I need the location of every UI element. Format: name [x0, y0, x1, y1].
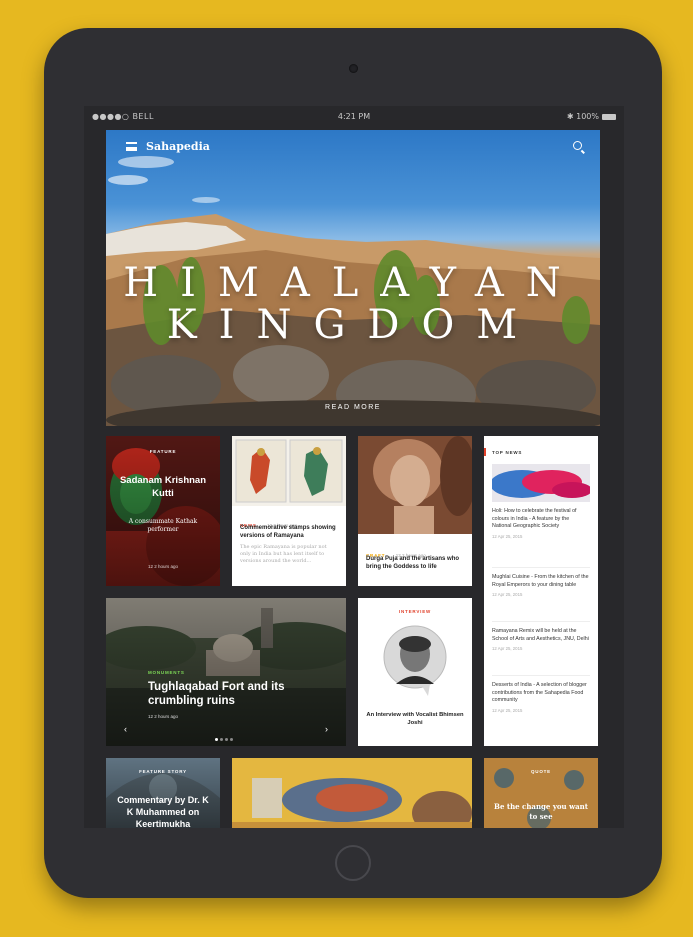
top-news-item-meta: 12 Apr 25, 2015: [492, 592, 523, 597]
interview-card[interactable]: INTERVIEW An Interview with Vocalist Bhi…: [358, 598, 472, 746]
ipad-screen: ●●●●○ BELL 4:21 PM ✱ 100% Sahapedia HIMA…: [84, 106, 624, 828]
quote-tag: QUOTE: [530, 769, 551, 774]
top-news-heading: TOP NEWS: [492, 450, 523, 455]
monument-overlay: [106, 598, 346, 746]
search-icon[interactable]: [573, 141, 582, 150]
top-news-item-title: Desserts of India - A selection of blogg…: [492, 682, 587, 703]
top-news-item[interactable]: Holi: How to celebrate the festival of c…: [492, 508, 590, 568]
hero-banner[interactable]: Sahapedia HIMALAYAN KINGDOM READ MORE: [106, 130, 600, 426]
carousel-next-icon[interactable]: ›: [325, 724, 328, 734]
feature-tag: FEATURE: [149, 449, 177, 454]
top-news-item-meta: 12 Apr 25, 2015: [492, 646, 523, 651]
read-more-link[interactable]: READ MORE: [106, 404, 600, 411]
stamps-news-card[interactable]: NEWS 12 2 hours ago Commemorative stamps…: [232, 436, 346, 586]
hamburger-menu-icon[interactable]: [126, 142, 137, 151]
status-bar: ●●●●○ BELL 4:21 PM ✱ 100%: [84, 106, 624, 128]
monument-meta: 12 2 hours ago: [148, 714, 179, 719]
feature-story-title: Commentary by Dr. K K Muhammed on Keerti…: [117, 795, 209, 828]
battery-indicator: ✱ 100%: [567, 112, 616, 121]
durga-title: Durga Puja and the artisans who bring th…: [366, 556, 460, 570]
bluetooth-icon: ✱: [566, 112, 577, 121]
quote-text: Be the change you want to see: [494, 802, 588, 821]
elephant-painting-image: [232, 758, 472, 828]
durga-idol-image: [358, 436, 472, 534]
battery-label: 100%: [576, 112, 599, 121]
durga-craft-card[interactable]: CRAFT 12 2 hours ago Durga Puja and the …: [358, 436, 472, 586]
clock-label: 4:21 PM: [337, 112, 371, 121]
top-news-item-title: Mughlai Cuisine - From the kitchen of th…: [492, 574, 589, 588]
carousel-dots[interactable]: [214, 728, 234, 746]
hero-title-line2: KINGDOM: [166, 302, 540, 348]
feature-title: Sadanam Krishnan Kutti: [119, 475, 207, 499]
sahapedia-logo[interactable]: Sahapedia: [146, 140, 210, 153]
feature-story-card[interactable]: FEATURE STORY Commentary by Dr. K K Muha…: [106, 758, 220, 828]
feature-story-tag: FEATURE STORY: [139, 769, 187, 774]
feature-meta: 12 2 hours ago: [147, 564, 179, 569]
top-news-item[interactable]: Desserts of India - A selection of blogg…: [492, 682, 590, 732]
top-news-item-meta: 12 Apr 25, 2015: [492, 707, 523, 713]
monuments-tag: MONUMENTS: [148, 670, 185, 675]
top-news-panel: TOP NEWS Holi: How to celebrate the fest…: [484, 436, 598, 746]
monument-title: Tughlaqabad Fort and its crumbling ruins: [148, 681, 285, 707]
top-news-item-meta: 12 Apr 25, 2015: [492, 533, 523, 539]
top-news-item-title: Holi: How to celebrate the festival of c…: [492, 508, 577, 529]
stamps-title: Commemorative stamps showing versions of…: [240, 525, 336, 539]
quote-card[interactable]: QUOTE Be the change you want to see: [484, 758, 598, 828]
painting-card[interactable]: [232, 758, 472, 828]
home-button[interactable]: [335, 845, 371, 881]
feature-subtitle: A consummate Kathak performer: [128, 518, 198, 533]
monument-card[interactable]: MONUMENTS Tughlaqabad Fort and its crumb…: [106, 598, 346, 746]
top-news-item[interactable]: Mughlai Cuisine - From the kitchen of th…: [492, 574, 590, 622]
top-news-item-title: Ramayana Remix will be held at the Schoo…: [492, 628, 589, 642]
hero-title-line1: HIMALAYAN: [123, 260, 583, 306]
stamps-excerpt: The epic Ramayana is popular not only in…: [240, 544, 327, 564]
top-news-accent: [484, 448, 486, 456]
carousel-prev-icon[interactable]: ‹: [124, 724, 127, 734]
camera: [349, 64, 358, 73]
app-header: Sahapedia: [106, 130, 600, 164]
ramayana-stamps-image: [232, 436, 346, 506]
battery-icon: [602, 113, 616, 120]
interview-title: An Interview with Vocalist Bhimsen Joshi: [366, 712, 464, 726]
holi-colours-image: [492, 464, 590, 502]
top-news-item[interactable]: Ramayana Remix will be held at the Schoo…: [492, 628, 590, 676]
feature-card[interactable]: FEATURE Sadanam Krishnan Kutti A consumm…: [106, 436, 220, 586]
interview-tag: INTERVIEW: [398, 609, 432, 614]
bhimsen-joshi-portrait: [383, 625, 447, 696]
